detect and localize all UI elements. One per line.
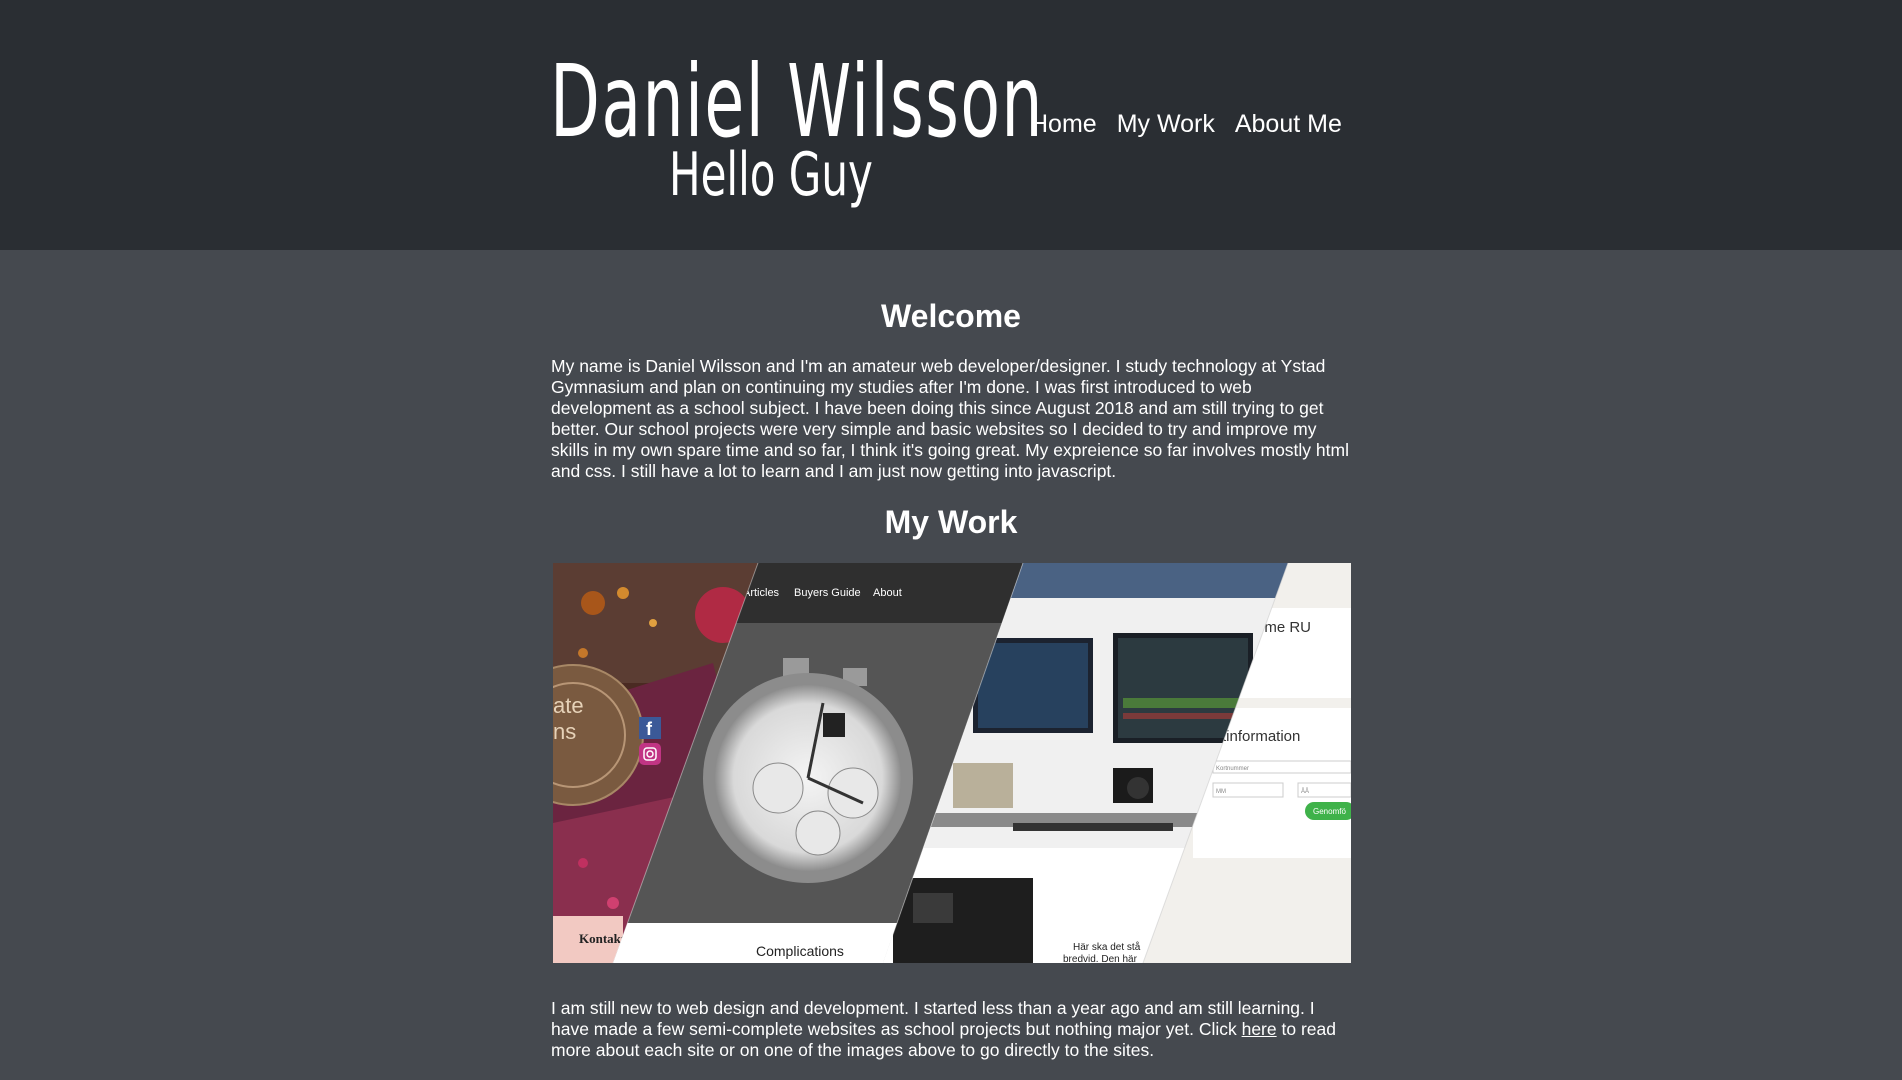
svg-text:MM: MM [1216, 789, 1226, 795]
svg-text:f: f [646, 719, 653, 739]
svg-text:ate: ate [553, 693, 584, 718]
here-link[interactable]: here [1242, 1019, 1277, 1039]
svg-text:Complications: Complications [756, 943, 844, 959]
nav-home-link[interactable]: Home [1030, 110, 1097, 139]
site-title: Daniel Wilsson [550, 43, 1044, 160]
nav-about-me-link[interactable]: About Me [1235, 110, 1342, 139]
work-description-paragraph: I am still new to web design and develop… [551, 998, 1351, 1061]
work-collage-image[interactable]: ate ns f Kontakt Articles Buyers Guide A… [553, 563, 1351, 963]
instagram-icon[interactable] [639, 743, 661, 765]
svg-text:Buyers Guide: Buyers Guide [794, 587, 861, 599]
nav-my-work-link[interactable]: My Work [1117, 110, 1215, 139]
svg-text:ns: ns [553, 719, 576, 744]
svg-text:About: About [873, 587, 902, 599]
main-nav: Home My Work About Me [1030, 110, 1342, 139]
svg-text:Kortnummer: Kortnummer [1216, 766, 1249, 772]
site-header: Daniel Wilsson Hello Guy Home My Work Ab… [0, 0, 1902, 250]
site-tagline: Hello Guy [669, 140, 873, 210]
svg-text:rtinformation: rtinformation [1217, 728, 1300, 745]
my-work-heading: My Work [884, 504, 1018, 540]
svg-text:Kontakt: Kontakt [579, 931, 626, 946]
work-description-text-start: I am still new to web design and develop… [551, 998, 1315, 1039]
welcome-heading: Welcome [881, 298, 1021, 334]
svg-text:Här ska det stå: Här ska det stå [1073, 941, 1141, 953]
svg-text:Genomfö: Genomfö [1313, 807, 1346, 816]
welcome-paragraph: My name is Daniel Wilsson and I'm an ama… [551, 356, 1349, 481]
svg-text:ÅÅ: ÅÅ [1301, 788, 1309, 795]
svg-text:bredvid. Den här: bredvid. Den här [1063, 954, 1138, 963]
